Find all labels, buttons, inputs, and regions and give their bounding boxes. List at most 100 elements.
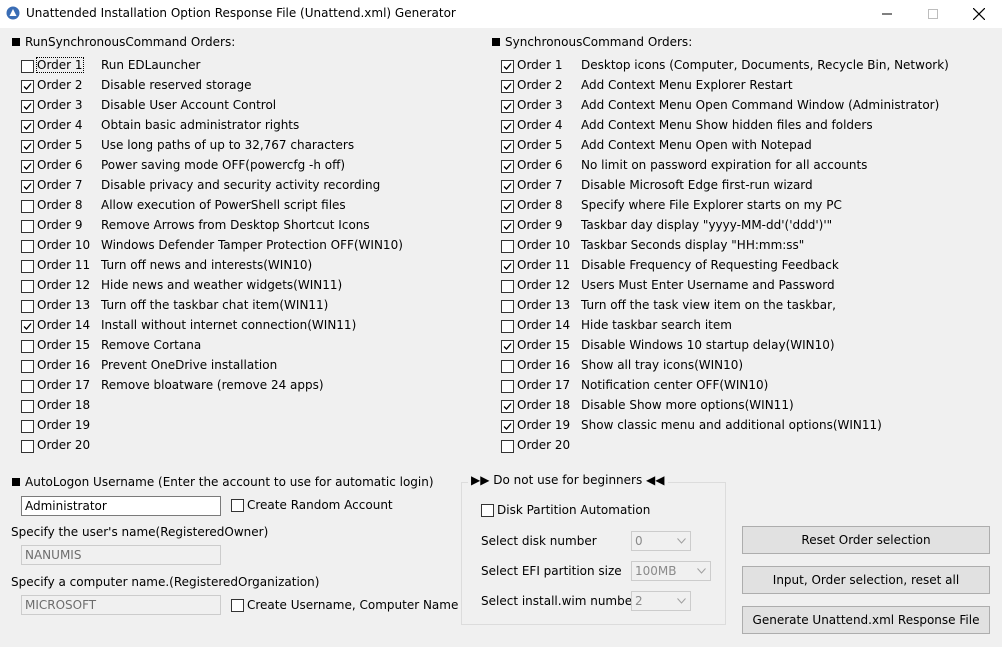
sync-order-label: Order 10 xyxy=(517,238,571,252)
checkmark-icon xyxy=(503,263,512,270)
registered-organization-label: Specify a computer name.(RegisteredOrgan… xyxy=(11,575,320,589)
sync-order-checkbox[interactable] xyxy=(501,80,514,93)
checkmark-icon xyxy=(23,183,32,190)
registered-owner-input[interactable]: NANUMIS xyxy=(21,545,221,565)
run-sync-order-checkbox[interactable] xyxy=(21,60,34,73)
checkbox-box[interactable] xyxy=(481,504,494,517)
sync-order-checkbox[interactable] xyxy=(501,440,514,453)
run-sync-order-checkbox[interactable] xyxy=(21,420,34,433)
checkmark-icon xyxy=(23,143,32,150)
run-sync-order-checkbox[interactable] xyxy=(21,380,34,393)
checkmark-icon xyxy=(503,103,512,110)
run-sync-order-description: Disable User Account Control xyxy=(101,98,277,112)
run-sync-order-label: Order 9 xyxy=(37,218,83,232)
sync-order-checkbox[interactable] xyxy=(501,300,514,313)
checkbox-box[interactable] xyxy=(231,499,244,512)
run-sync-order-checkbox[interactable] xyxy=(21,120,34,133)
wim-number-select[interactable]: 2 xyxy=(631,591,691,611)
checkmark-icon xyxy=(503,183,512,190)
sync-order-checkbox[interactable] xyxy=(501,420,514,433)
checkmark-icon xyxy=(503,223,512,230)
sync-order-checkbox[interactable] xyxy=(501,100,514,113)
run-sync-order-checkbox[interactable] xyxy=(21,260,34,273)
sync-order-checkbox[interactable] xyxy=(501,60,514,73)
sync-order-description: Add Context Menu Explorer Restart xyxy=(581,78,793,92)
run-sync-order-checkbox[interactable] xyxy=(21,240,34,253)
sync-order-label: Order 13 xyxy=(517,298,571,312)
sync-order-description: Disable Microsoft Edge first-run wizard xyxy=(581,178,813,192)
autologon-title: AutoLogon Username (Enter the account to… xyxy=(12,475,434,489)
efi-size-label: Select EFI partition size xyxy=(481,564,622,578)
sync-order-description: No limit on password expiration for all … xyxy=(581,158,868,172)
run-sync-order-checkbox[interactable] xyxy=(21,340,34,353)
run-sync-order-checkbox[interactable] xyxy=(21,140,34,153)
run-sync-order-label: Order 12 xyxy=(37,278,91,292)
run-sync-order-checkbox[interactable] xyxy=(21,440,34,453)
run-sync-order-checkbox[interactable] xyxy=(21,400,34,413)
disk-number-select[interactable]: 0 xyxy=(631,531,691,551)
sync-order-checkbox[interactable] xyxy=(501,360,514,373)
sync-order-label: Order 15 xyxy=(517,338,571,352)
registered-owner-label: Specify the user's name(RegisteredOwner) xyxy=(11,525,269,539)
sync-order-label: Order 8 xyxy=(517,198,563,212)
maximize-button[interactable] xyxy=(910,0,956,28)
title-bar: Unattended Installation Option Response … xyxy=(0,0,1002,28)
run-sync-order-checkbox[interactable] xyxy=(21,100,34,113)
sync-order-checkbox[interactable] xyxy=(501,140,514,153)
chevron-down-icon xyxy=(677,538,686,544)
sync-order-checkbox[interactable] xyxy=(501,320,514,333)
run-sync-order-checkbox[interactable] xyxy=(21,320,34,333)
run-sync-order-checkbox[interactable] xyxy=(21,180,34,193)
disk-number-value: 0 xyxy=(635,534,643,548)
sync-order-checkbox[interactable] xyxy=(501,240,514,253)
checkmark-icon xyxy=(503,63,512,70)
sync-order-description: Disable Show more options(WIN11) xyxy=(581,398,794,412)
sync-order-description: Add Context Menu Open Command Window (Ad… xyxy=(581,98,940,112)
disk-number-label: Select disk number xyxy=(481,534,597,548)
sync-order-checkbox[interactable] xyxy=(501,120,514,133)
reset-order-button[interactable]: Reset Order selection xyxy=(742,526,990,554)
run-sync-order-description: Remove Cortana xyxy=(101,338,202,352)
run-sync-order-list: Order 1 Run EDLauncher Order 2 Disable rese… xyxy=(21,56,471,456)
autologon-username-input[interactable]: Administrator xyxy=(21,496,221,516)
checkmark-icon xyxy=(503,143,512,150)
sync-order-checkbox[interactable] xyxy=(501,180,514,193)
run-sync-order-checkbox[interactable] xyxy=(21,160,34,173)
sync-order-checkbox[interactable] xyxy=(501,200,514,213)
sync-order-label: Order 11 xyxy=(517,258,571,272)
bullet-square-icon xyxy=(12,478,20,486)
sync-order-checkbox[interactable] xyxy=(501,340,514,353)
sync-order-checkbox[interactable] xyxy=(501,380,514,393)
sync-order-label: Order 6 xyxy=(517,158,563,172)
sync-order-description: Notification center OFF(WIN10) xyxy=(581,378,769,392)
run-sync-order-description: Disable reserved storage xyxy=(101,78,252,92)
checkmark-icon xyxy=(503,343,512,350)
generate-button[interactable]: Generate Unattend.xml Response File xyxy=(742,606,990,634)
checkmark-icon xyxy=(503,203,512,210)
sync-order-checkbox[interactable] xyxy=(501,160,514,173)
sync-order-checkbox[interactable] xyxy=(501,400,514,413)
run-sync-order-checkbox[interactable] xyxy=(21,280,34,293)
run-sync-order-checkbox[interactable] xyxy=(21,360,34,373)
minimize-button[interactable] xyxy=(864,0,910,28)
run-sync-order-checkbox[interactable] xyxy=(21,80,34,93)
checkmark-icon xyxy=(23,83,32,90)
run-sync-order-checkbox[interactable] xyxy=(21,220,34,233)
efi-size-select[interactable]: 100MB xyxy=(631,561,711,581)
sync-order-label: Order 9 xyxy=(517,218,563,232)
sync-order-list: Order 1 Desktop icons (Computer, Document… xyxy=(501,56,991,456)
run-sync-order-description: Obtain basic administrator rights xyxy=(101,118,300,132)
close-button[interactable] xyxy=(956,0,1002,28)
sync-order-label: Order 1 xyxy=(517,58,563,72)
run-sync-order-checkbox[interactable] xyxy=(21,200,34,213)
sync-order-checkbox[interactable] xyxy=(501,280,514,293)
sync-order-checkbox[interactable] xyxy=(501,220,514,233)
sync-order-checkbox[interactable] xyxy=(501,260,514,273)
reset-all-button[interactable]: Input, Order selection, reset all xyxy=(742,566,990,594)
computer-name-input[interactable]: MICROSOFT xyxy=(21,595,221,615)
create-names-label: Create Username, Computer Name xyxy=(247,598,459,612)
sync-order-label: Order 17 xyxy=(517,378,571,392)
run-sync-order-checkbox[interactable] xyxy=(21,300,34,313)
autologon-title-text: AutoLogon Username (Enter the account to… xyxy=(25,475,434,489)
checkbox-box[interactable] xyxy=(231,599,244,612)
